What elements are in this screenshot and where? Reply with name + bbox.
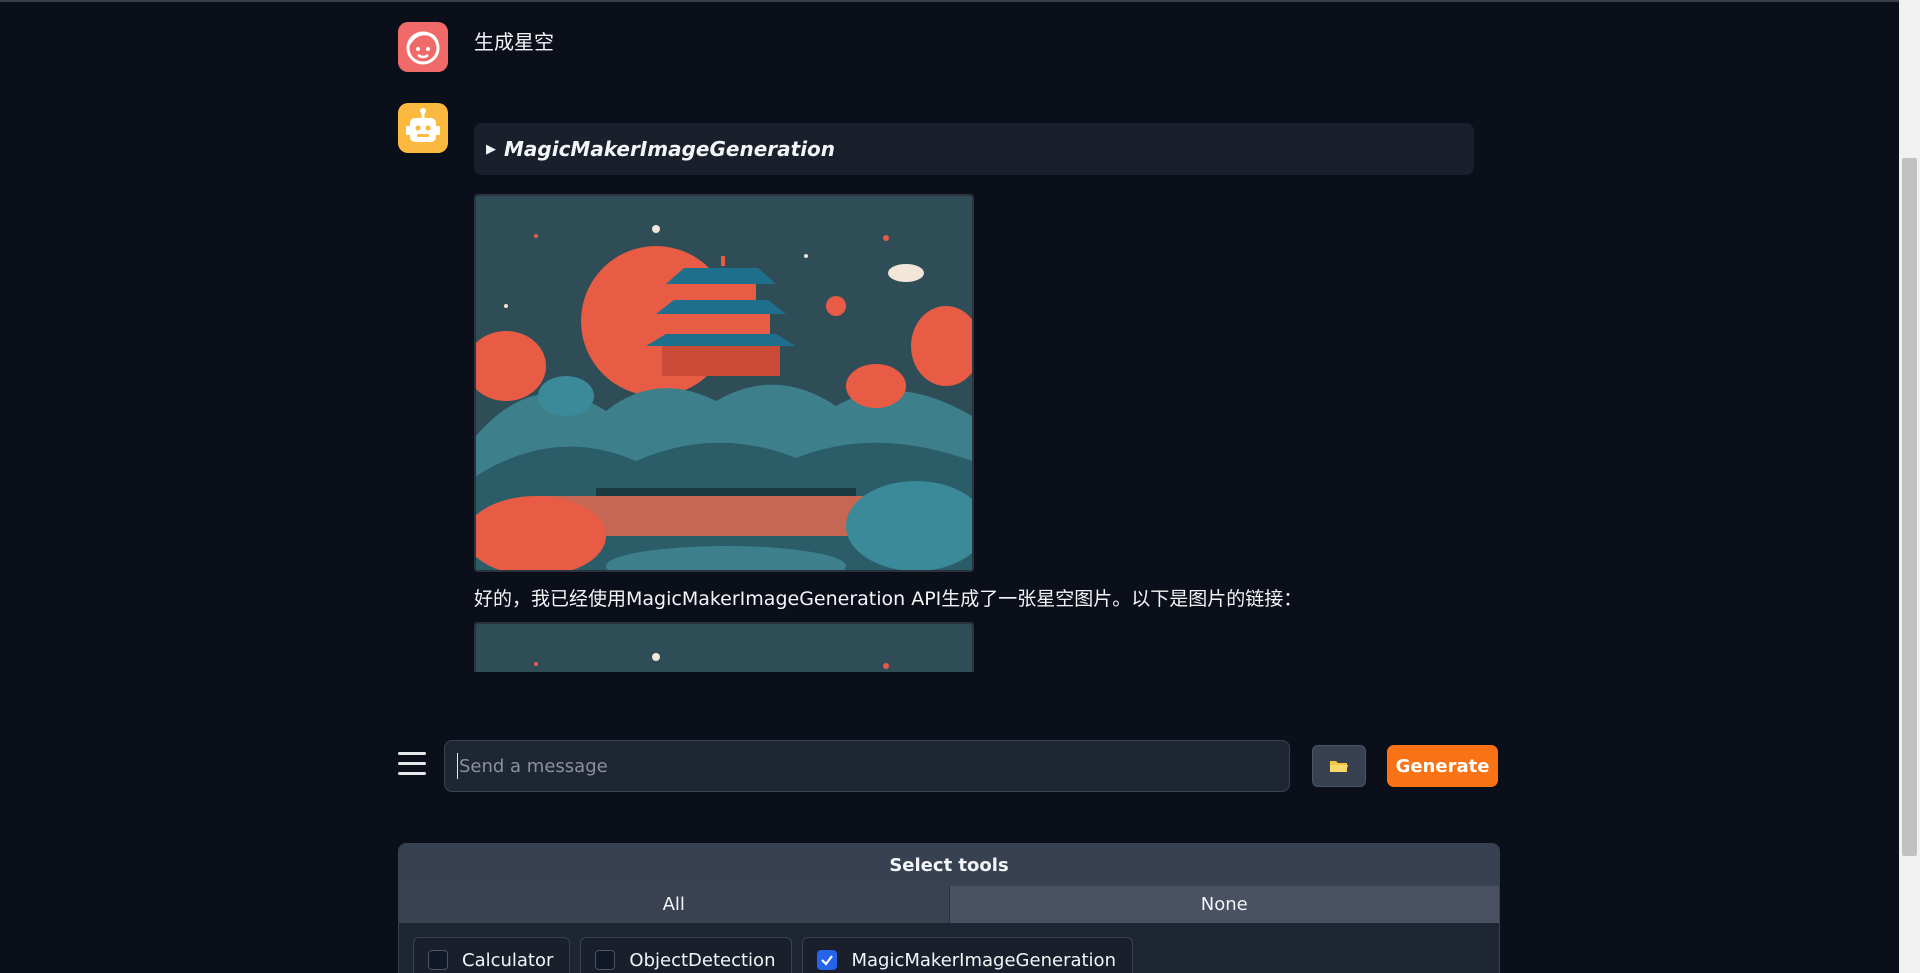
tool-option-calculator[interactable]: Calculator — [413, 937, 571, 973]
app-page: 生成星空 ▶ MagicMakerImageGeneration 好的，我已经使… — [0, 0, 1920, 973]
bot-message: 好的，我已经使用MagicMakerImageGeneration API生成了… — [474, 588, 1303, 610]
text-cursor — [457, 753, 458, 779]
pagoda-landscape-image — [476, 196, 972, 570]
disclosure-triangle-icon[interactable]: ▶ — [486, 142, 496, 157]
tool-option-label: MagicMakerImageGeneration — [851, 949, 1116, 971]
tool-option-magicmaker[interactable]: MagicMakerImageGeneration — [802, 937, 1133, 973]
tools-header: Select tools — [399, 844, 1499, 886]
menu-icon[interactable] — [398, 752, 426, 778]
user-message: 生成星空 — [474, 30, 554, 54]
user-avatar — [398, 22, 448, 72]
chat-history: 生成星空 ▶ MagicMakerImageGeneration 好的，我已经使… — [398, 0, 1498, 672]
generated-image-preview — [474, 622, 974, 672]
tool-option-objectdetection[interactable]: ObjectDetection — [580, 937, 793, 973]
tool-option-label: Calculator — [462, 949, 554, 971]
tools-panel: Select tools All None Calculator ObjectD… — [398, 843, 1500, 973]
checkbox-objectdetection[interactable] — [595, 950, 616, 970]
bot-avatar — [398, 103, 448, 153]
checkbox-magicmaker[interactable] — [817, 950, 838, 970]
generated-image — [474, 194, 974, 572]
tab-none[interactable]: None — [948, 886, 1499, 923]
robot-icon — [406, 108, 440, 142]
tab-all[interactable]: All — [399, 886, 949, 923]
user-face-icon — [406, 31, 440, 65]
tool-option-label: ObjectDetection — [629, 949, 776, 971]
upload-button[interactable] — [1312, 745, 1366, 787]
check-icon — [821, 955, 834, 966]
folder-icon — [1330, 761, 1348, 772]
tools-tabs: All None — [399, 886, 1499, 923]
message-input[interactable] — [444, 740, 1290, 792]
generate-button[interactable]: Generate — [1387, 745, 1498, 787]
window-scrollbar-thumb[interactable] — [1902, 158, 1917, 856]
tool-call-details[interactable]: ▶ MagicMakerImageGeneration — [474, 123, 1474, 175]
tools-list: Calculator ObjectDetection MagicMakerIma… — [399, 937, 1499, 973]
tool-call-name: MagicMakerImageGeneration — [504, 137, 836, 161]
checkbox-calculator[interactable] — [428, 950, 448, 970]
pagoda-landscape-image — [476, 624, 972, 672]
